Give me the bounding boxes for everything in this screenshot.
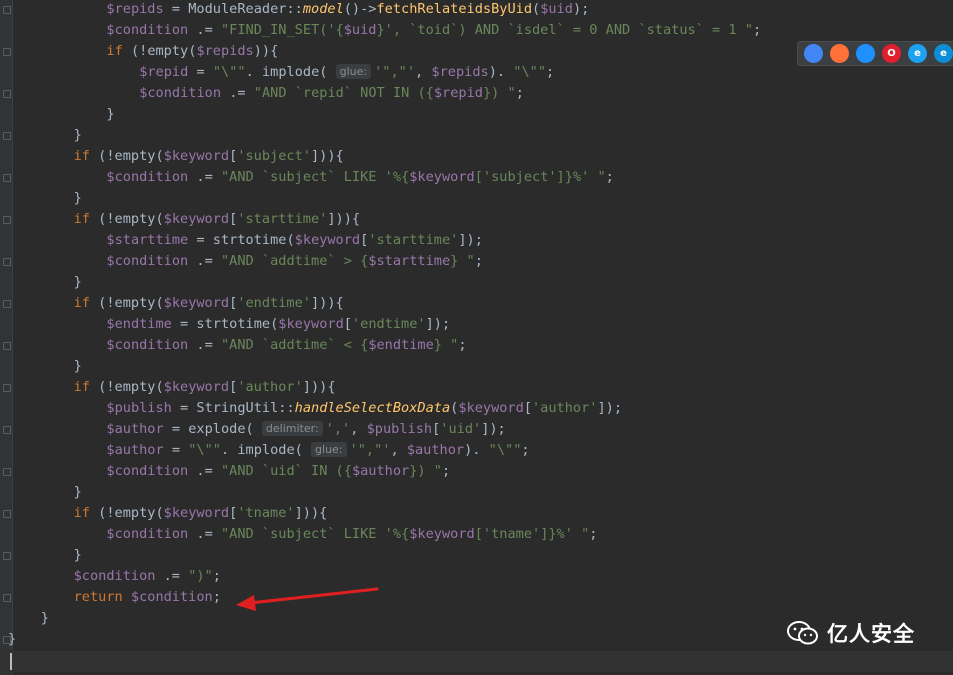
code-line[interactable]: $condition .= "AND `uid` IN ({$author}) … — [106, 461, 450, 482]
code-line[interactable]: } — [74, 272, 82, 293]
code-line[interactable]: if (!empty($keyword['subject'])){ — [74, 146, 344, 167]
text-caret — [10, 653, 12, 670]
code-line[interactable]: return $condition; — [74, 587, 221, 608]
code-line[interactable]: $condition .= "AND `repid` NOT IN ({$rep… — [139, 83, 524, 104]
watermark-text: 亿人安全 — [827, 622, 915, 646]
safari-icon[interactable] — [856, 44, 875, 63]
code-line[interactable]: } — [8, 629, 16, 650]
code-line[interactable]: $starttime = strtotime($keyword['startti… — [106, 230, 483, 251]
ie-icon[interactable]: e — [908, 44, 927, 63]
edge-icon[interactable]: e — [934, 44, 953, 63]
parameter-hint: delimiter: — [261, 421, 323, 436]
watermark: 亿人安全 — [787, 618, 937, 648]
code-line[interactable]: $condition .= "FIND_IN_SET('{$uid}', `to… — [106, 20, 761, 41]
code-area[interactable]: $repids = ModuleReader::model()->fetchRe… — [0, 0, 953, 675]
code-line[interactable]: $condition .= "AND `subject` LIKE '%{$ke… — [106, 167, 613, 188]
code-line[interactable]: $condition .= ")"; — [74, 566, 221, 587]
opera-icon[interactable]: O — [882, 44, 901, 63]
code-line[interactable]: $endtime = strtotime($keyword['endtime']… — [106, 314, 450, 335]
code-line[interactable]: $author = explode( delimiter: ',', $publi… — [106, 419, 506, 440]
code-line[interactable]: $repids = ModuleReader::model()->fetchRe… — [106, 0, 589, 20]
firefox-icon[interactable] — [830, 44, 849, 63]
code-line[interactable]: $condition .= "AND `addtime` < {$endtime… — [106, 335, 466, 356]
parameter-hint: glue: — [311, 442, 347, 457]
code-line[interactable]: $condition .= "AND `subject` LIKE '%{$ke… — [106, 524, 597, 545]
parameter-hint: glue: — [335, 64, 372, 79]
wechat-icon — [787, 621, 818, 645]
code-line[interactable]: if (!empty($repids)){ — [106, 41, 278, 62]
code-line[interactable]: } — [74, 482, 82, 503]
browser-preview-bar: Oee — [797, 41, 953, 66]
code-line[interactable]: } — [74, 188, 82, 209]
code-line[interactable]: if (!empty($keyword['tname'])){ — [74, 503, 328, 524]
code-line[interactable]: } — [74, 545, 82, 566]
code-line[interactable]: } — [106, 104, 114, 125]
code-line[interactable]: } — [41, 608, 49, 629]
code-line[interactable]: } — [74, 125, 82, 146]
code-line[interactable]: $author = "\"". implode( glue: '","', $au… — [106, 440, 530, 461]
code-line[interactable]: $publish = StringUtil::handleSelectBoxDa… — [106, 398, 622, 419]
code-line[interactable]: if (!empty($keyword['author'])){ — [74, 377, 336, 398]
code-line[interactable]: if (!empty($keyword['endtime'])){ — [74, 293, 344, 314]
code-editor[interactable]: $repids = ModuleReader::model()->fetchRe… — [0, 0, 953, 675]
code-line[interactable]: $condition .= "AND `addtime` > {$startti… — [106, 251, 483, 272]
code-line[interactable]: } — [74, 356, 82, 377]
chrome-icon[interactable] — [804, 44, 823, 63]
code-line[interactable]: if (!empty($keyword['starttime'])){ — [74, 209, 361, 230]
code-line[interactable]: $repid = "\"". implode( glue: '","', $rep… — [139, 62, 554, 83]
